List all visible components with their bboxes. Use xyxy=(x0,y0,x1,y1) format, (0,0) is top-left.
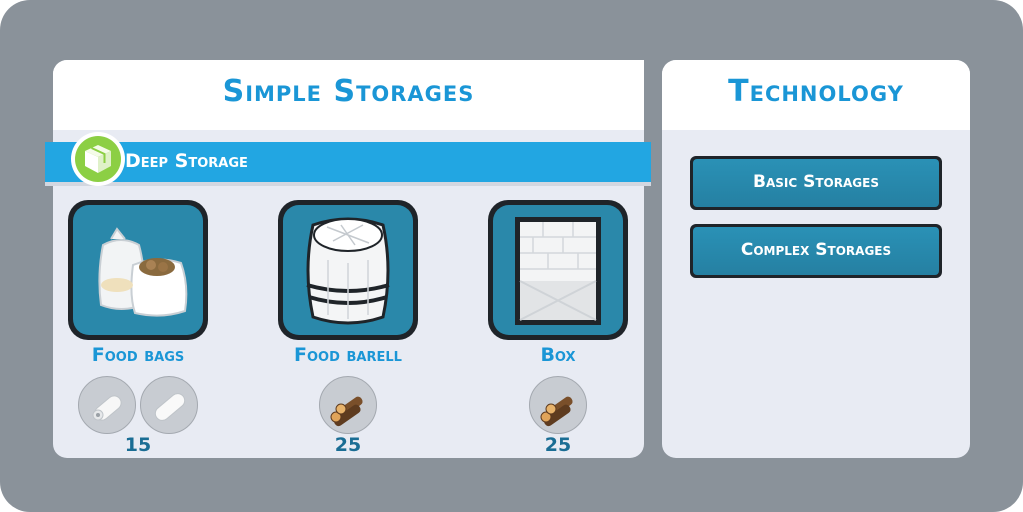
box-icon xyxy=(515,217,601,325)
barrel-icon xyxy=(306,217,390,325)
crate-icon xyxy=(85,145,111,173)
complex-storages-button[interactable]: Complex Storages xyxy=(690,224,942,278)
technology-panel: Technology Basic Storages Complex Storag… xyxy=(662,60,970,458)
item-cost: 25 xyxy=(334,434,362,456)
item-cost: 25 xyxy=(544,434,572,456)
storages-panel-header: Simple Storages xyxy=(53,60,644,130)
cloth-roll-icon xyxy=(140,376,198,434)
technology-panel-header: Technology xyxy=(662,60,970,130)
paper-roll-icon xyxy=(78,376,136,434)
category-ribbon[interactable]: Deep Storage xyxy=(45,142,651,182)
category-badge xyxy=(71,132,125,186)
wood-logs-icon xyxy=(319,376,377,434)
item-tile[interactable] xyxy=(488,200,628,340)
item-name: Food bags xyxy=(91,344,185,366)
food-bags-icon xyxy=(98,227,188,317)
wood-logs-icon xyxy=(529,376,587,434)
item-name: Food barell xyxy=(294,344,402,366)
technology-panel-title: Technology xyxy=(728,74,904,109)
storages-panel-title: Simple Storages xyxy=(222,74,475,109)
item-name: Box xyxy=(540,344,576,366)
storages-panel: Simple Storages Deep Storage Food bags 1… xyxy=(45,60,651,458)
complex-storages-label: Complex Storages xyxy=(693,227,939,275)
item-cost: 15 xyxy=(124,434,152,456)
window-frame: Simple Storages Deep Storage Food bags 1… xyxy=(0,0,1023,512)
item-tile[interactable] xyxy=(68,200,208,340)
basic-storages-button[interactable]: Basic Storages xyxy=(690,156,942,210)
category-label: Deep Storage xyxy=(125,150,248,172)
item-tile[interactable] xyxy=(278,200,418,340)
basic-storages-label: Basic Storages xyxy=(693,159,939,207)
